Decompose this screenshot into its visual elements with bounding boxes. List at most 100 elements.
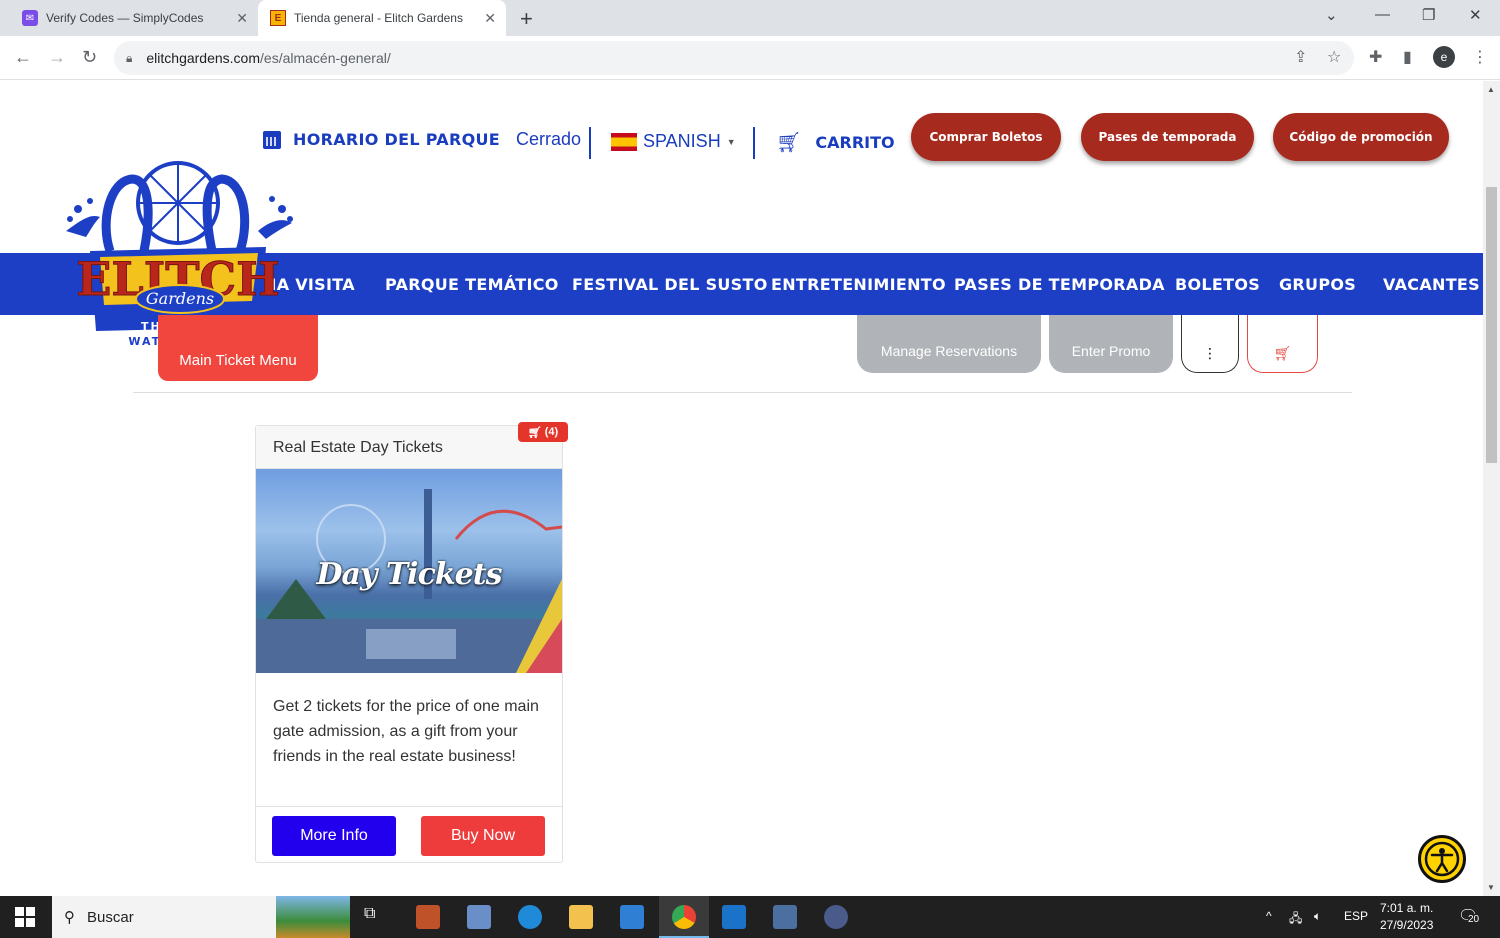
nav-item-entertainment[interactable]: ENTRETENIMIENTO (771, 275, 946, 294)
park-hours-status: Cerrado (516, 129, 582, 149)
account-menu-button[interactable]: ⋮ (1181, 315, 1239, 373)
manage-reservations-button[interactable]: Manage Reservations (857, 315, 1041, 373)
minimize-icon[interactable]: — (1375, 6, 1390, 23)
simplycodes-icon: ✉ (22, 10, 38, 26)
task-view-icon[interactable]: ⧉ (364, 905, 388, 929)
address-toolbar: ← → ↻ 🔒︎ elitchgardens.com/es/almacén-ge… (0, 36, 1500, 80)
taskbar-search[interactable]: ⚲ Buscar (52, 896, 350, 938)
app-icon[interactable] (467, 905, 491, 929)
bookmark-star-icon[interactable]: ☆ (1327, 47, 1341, 67)
share-icon[interactable]: ⇪ (1294, 47, 1307, 67)
divider (753, 127, 755, 159)
menu-kebab-icon[interactable]: ⋮ (1472, 47, 1488, 67)
scrollbar-thumb[interactable] (1486, 187, 1497, 463)
app-icon[interactable] (824, 905, 848, 929)
windows-start-icon[interactable] (15, 907, 35, 927)
scroll-down-icon[interactable]: ▼ (1487, 883, 1495, 892)
network-icon[interactable]: 🖧︎ (1289, 909, 1302, 930)
close-icon[interactable]: ✕ (484, 10, 496, 27)
close-window-icon[interactable]: ✕ (1469, 6, 1482, 24)
chevron-down-icon[interactable]: ⌄ (1325, 6, 1338, 24)
clock-time: 7:01 a. m. (1380, 901, 1434, 915)
chrome-icon (672, 905, 696, 929)
lock-icon: 🔒︎ (126, 50, 133, 65)
nav-item-jobs[interactable]: VACANTES (1383, 275, 1480, 294)
clock-date: 27/9/2023 (1380, 918, 1434, 932)
profile-avatar[interactable]: e (1433, 46, 1455, 68)
product-description: Get 2 tickets for the price of one main … (273, 698, 539, 765)
tab-elitch-gardens[interactable]: E Tienda general - Elitch Gardens ✕ (258, 0, 506, 36)
tab-title: Tienda general - Elitch Gardens (294, 11, 463, 25)
svg-text:Gardens: Gardens (146, 289, 214, 308)
nav-item-theme-park[interactable]: PARQUE TEMÁTICO (385, 275, 559, 294)
park-hours-label: HORARIO DEL PARQUE (293, 130, 501, 149)
search-highlight-image (276, 896, 350, 938)
reload-icon[interactable]: ↻ (82, 47, 97, 68)
system-clock[interactable]: 7:01 a. m. 27/9/2023 (1380, 900, 1433, 934)
url-path: /es/almacén-general/ (260, 50, 391, 66)
ticket-subbar: Main Ticket Menu Manage Reservations Ent… (0, 315, 1483, 395)
browser-tab-strip: ✉ Verify Codes — SimplyCodes ✕ E Tienda … (0, 0, 1500, 36)
new-tab-icon[interactable]: + (520, 6, 533, 32)
season-passes-button[interactable]: Pases de temporada (1081, 113, 1254, 161)
calendar-icon (263, 130, 281, 149)
mail-icon[interactable] (722, 905, 746, 929)
notification-count: 20 (1468, 914, 1480, 925)
web-page: HORARIO DEL PARQUE Cerrado SPANISH ▼ 🛒︎ … (0, 81, 1483, 896)
chrome-taskbar-button[interactable] (659, 896, 709, 938)
cart-link[interactable]: 🛒︎ CARRITO (776, 130, 895, 155)
app-icon[interactable] (416, 905, 440, 929)
shopping-cart-icon: 🛒︎ (527, 426, 542, 439)
more-info-button[interactable]: More Info (272, 816, 396, 856)
notifications-icon[interactable]: 🗨︎ 20 (1458, 906, 1484, 928)
side-panel-icon[interactable]: ▮ (1403, 47, 1412, 67)
file-explorer-icon[interactable] (569, 905, 593, 929)
buy-now-button[interactable]: Buy Now (421, 816, 545, 856)
buy-tickets-button[interactable]: Comprar Boletos (911, 113, 1061, 161)
spain-flag-icon (611, 132, 637, 151)
park-hours[interactable]: HORARIO DEL PARQUE Cerrado (263, 129, 581, 150)
elitch-e-icon: E (270, 10, 286, 26)
search-placeholder: Buscar (87, 908, 134, 926)
nav-item-tickets[interactable]: BOLETOS (1175, 275, 1260, 294)
user-icon: ⋮ (1203, 345, 1217, 361)
product-title: Real Estate Day Tickets (256, 426, 562, 469)
nav-item-fright-fest[interactable]: FESTIVAL DEL SUSTO (572, 275, 768, 294)
extensions-icon[interactable]: ✚ (1369, 47, 1382, 67)
input-language[interactable]: ESP (1344, 909, 1368, 923)
shopping-cart-icon: 🛒︎ (776, 132, 802, 154)
forward-icon[interactable]: → (48, 47, 66, 68)
page-scrollbar[interactable]: ▲ ▼ (1483, 81, 1500, 896)
close-icon[interactable]: ✕ (236, 10, 248, 27)
divider (133, 392, 1352, 393)
caret-down-icon: ▼ (726, 136, 736, 147)
promo-code-button[interactable]: Código de promoción (1273, 113, 1449, 161)
store-icon[interactable] (620, 905, 644, 929)
chevron-up-icon[interactable]: ^ (1266, 909, 1272, 923)
image-title: Day Tickets (316, 557, 503, 592)
nav-item-season-passes[interactable]: PASES DE TEMPORADA (954, 275, 1165, 294)
url-host: elitchgardens.com (146, 50, 261, 66)
product-card: Real Estate Day Tickets 🛒︎ (4) Day Ticke… (255, 422, 568, 863)
tab-simplycodes[interactable]: ✉ Verify Codes — SimplyCodes ✕ (0, 0, 258, 36)
language-label: SPANISH (643, 131, 721, 151)
enter-promo-button[interactable]: Enter Promo (1049, 315, 1173, 373)
scroll-up-icon[interactable]: ▲ (1487, 85, 1495, 94)
back-icon[interactable]: ← (14, 47, 32, 68)
mini-cart-button[interactable]: 🛒︎ (1247, 315, 1318, 373)
restore-icon[interactable]: ❐ (1422, 6, 1435, 24)
product-image[interactable]: Day Tickets (256, 469, 562, 673)
url-bar[interactable]: 🔒︎ elitchgardens.com/es/almacén-general/ (114, 41, 1354, 75)
product-actions: More Info Buy Now (256, 806, 562, 863)
main-ticket-menu-button[interactable]: Main Ticket Menu (158, 315, 318, 381)
volume-icon[interactable]: 🔈︎ (1314, 909, 1321, 924)
language-selector[interactable]: SPANISH ▼ (611, 131, 736, 152)
search-icon: ⚲ (64, 909, 75, 926)
calculator-icon[interactable] (773, 905, 797, 929)
divider (589, 127, 591, 159)
nav-item-groups[interactable]: GRUPOS (1279, 275, 1356, 294)
edge-browser-icon[interactable] (518, 905, 542, 929)
cart-count-badge: 🛒︎ (4) (518, 422, 568, 442)
accessibility-icon[interactable] (1418, 835, 1466, 883)
shopping-cart-icon: 🛒︎ (1273, 345, 1292, 361)
